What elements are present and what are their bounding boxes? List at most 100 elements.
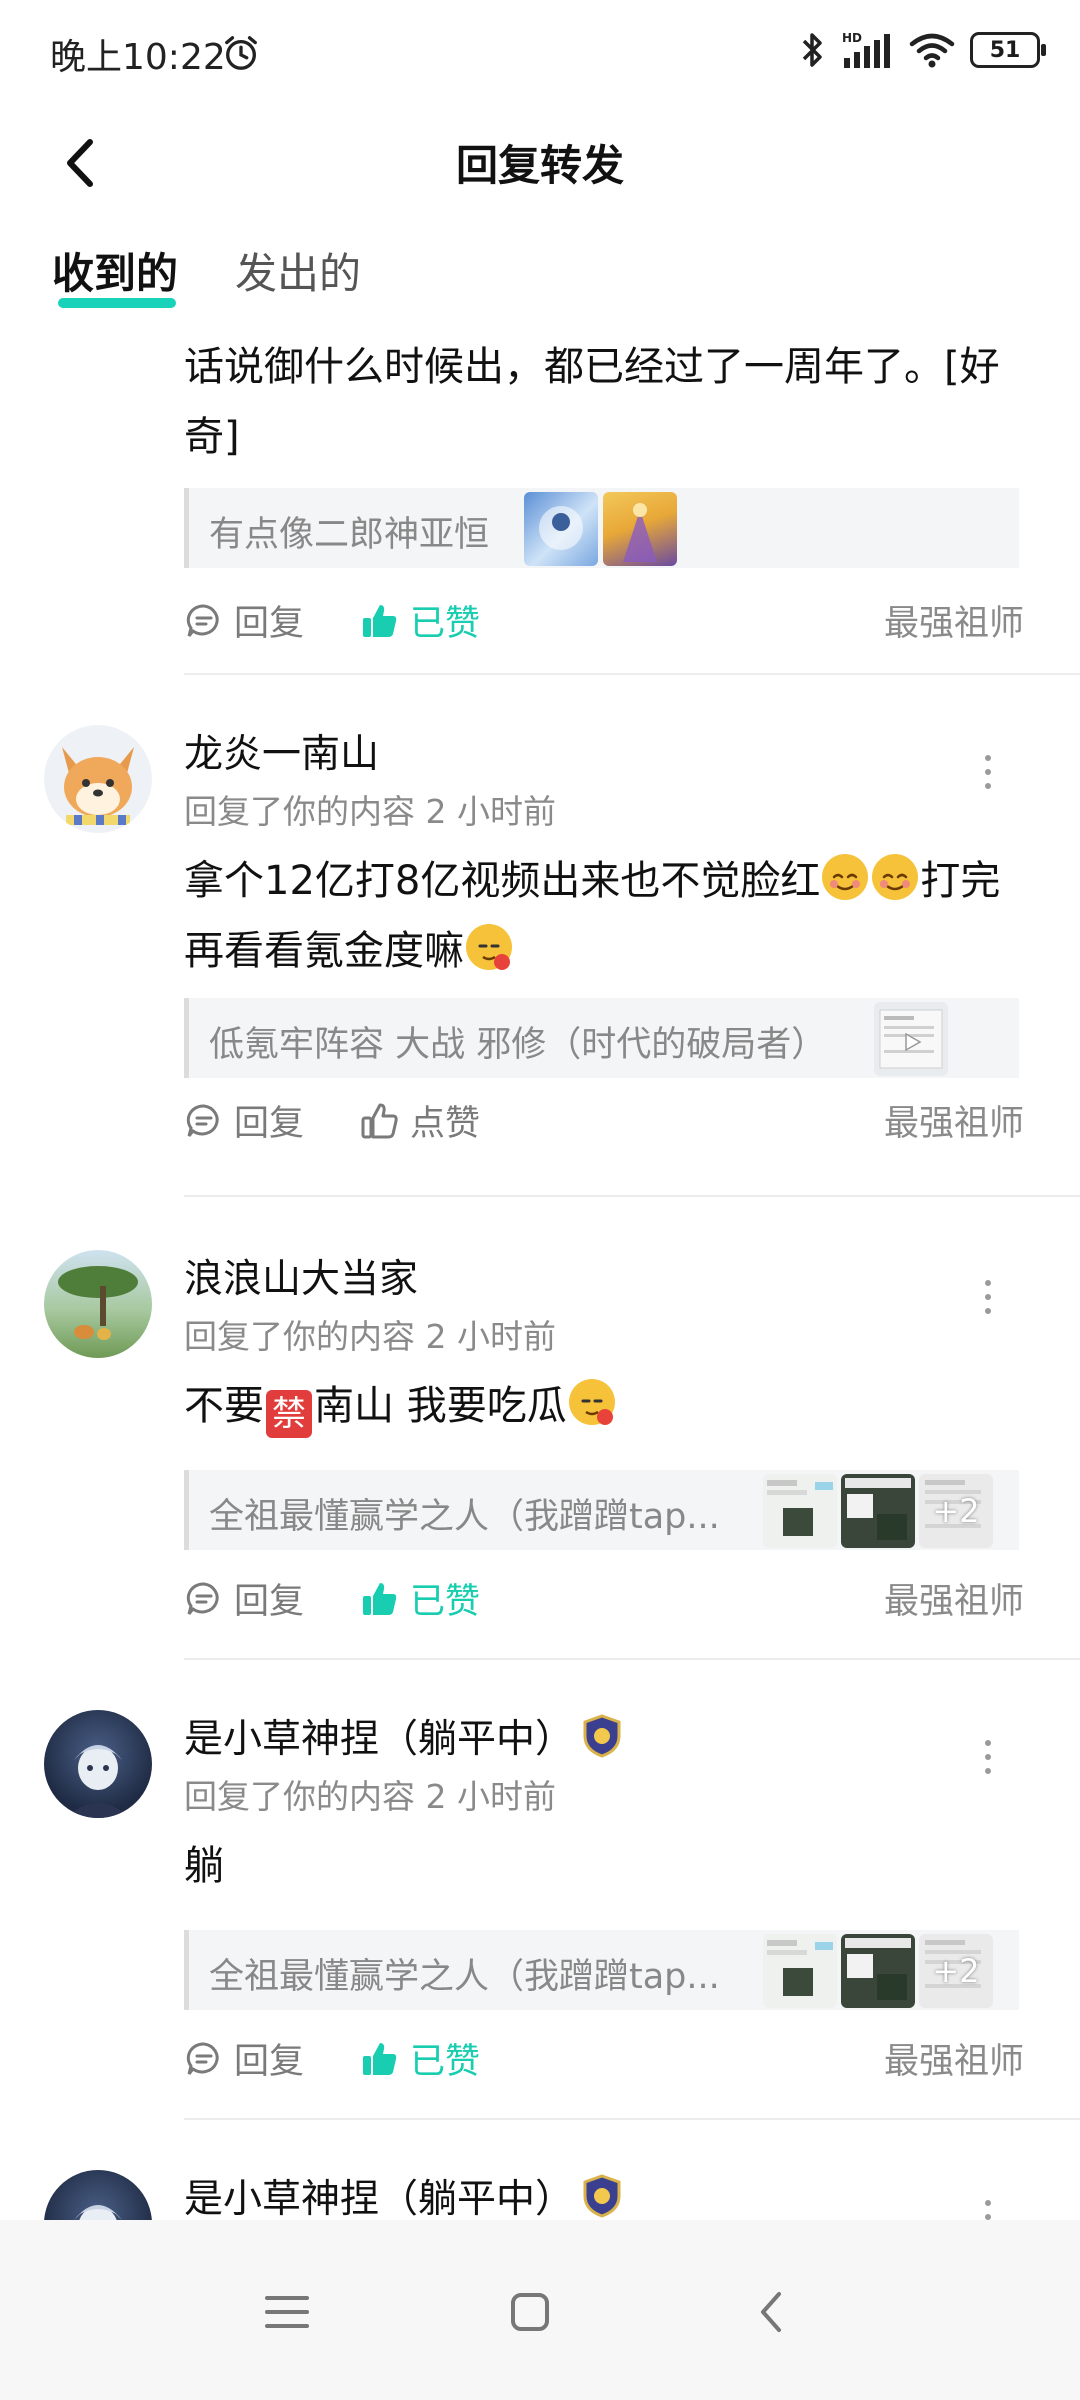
tab-received[interactable]: 收到的 — [52, 240, 178, 301]
battery-icon: 51 — [970, 32, 1046, 68]
reply-label: 回复 — [234, 1582, 305, 1622]
more-options-icon[interactable] — [983, 2200, 993, 2220]
reply-meta: 回复了你的内容 2 小时前 — [184, 1777, 556, 1816]
bluetooth-icon — [802, 33, 822, 67]
quoted-thumbnail — [841, 1934, 915, 2008]
quoted-post[interactable]: 低氪牢阵容 大战 邪修（时代的破局者） — [184, 998, 1019, 1078]
more-images-thumbnail: +2 — [919, 1934, 993, 2008]
more-options-icon[interactable] — [983, 1280, 993, 1320]
reply-text: 不要 — [184, 1383, 264, 1429]
status-time: 晚上10:22 — [50, 37, 226, 78]
wifi-icon — [909, 33, 955, 68]
post-author[interactable]: 最强祖师 — [884, 1573, 1024, 1624]
more-images-count: +2 — [932, 1492, 980, 1530]
thumbs-up-filled-icon — [363, 604, 397, 637]
back-nav-icon[interactable] — [743, 2282, 803, 2342]
reply-meta: 回复了你的内容 2 小时前 — [184, 1317, 556, 1356]
thumbs-up-icon — [361, 1103, 398, 1138]
badge-icon — [583, 1714, 621, 1758]
more-options-icon[interactable] — [983, 1740, 993, 1780]
blush-emoji — [822, 854, 869, 900]
reply-feed[interactable]: 话说御什么时候出，都已经过了一周年了。[好奇] 有点像二郎神亚恒 回复 已赞 最… — [0, 320, 1080, 2220]
post-author[interactable]: 最强祖师 — [884, 595, 1024, 646]
reply-label: 回复 — [234, 2042, 305, 2082]
reply-button[interactable]: 回复 — [184, 1095, 304, 1146]
flower-emoji — [568, 1379, 615, 1425]
more-images-count: +2 — [932, 1952, 980, 1990]
thumbs-up-filled-icon — [363, 2042, 397, 2075]
reply-text: 南山 我要吃瓜 — [314, 1383, 567, 1429]
post-author[interactable]: 最强祖师 — [884, 2033, 1024, 2084]
quoted-post-title: 全祖最懂赢学之人（我蹭蹭tap... — [209, 1497, 720, 1537]
reply-button[interactable]: 回复 — [184, 595, 304, 646]
like-label: 已赞 — [410, 604, 481, 644]
tab-sent[interactable]: 发出的 — [235, 240, 361, 301]
thumbs-up-filled-icon — [363, 1582, 397, 1615]
comment-icon — [186, 2041, 219, 2075]
reply-content: 躺 — [184, 1843, 224, 1889]
like-button[interactable]: 点赞 — [360, 1095, 480, 1146]
menu-icon[interactable] — [257, 2282, 317, 2342]
flower-emoji — [466, 924, 512, 970]
home-icon[interactable] — [500, 2282, 560, 2342]
avatar[interactable] — [44, 1250, 152, 1358]
page-title: 回复转发 — [455, 141, 624, 190]
reply-text: 拿个12亿打8亿视频出来也不觉脸红 — [184, 858, 821, 904]
more-options-icon[interactable] — [983, 755, 993, 795]
quoted-thumbnail — [524, 492, 598, 566]
reply-button[interactable]: 回复 — [184, 1573, 304, 1624]
action-row: 回复 已赞 最强祖师 — [184, 2033, 1024, 2083]
quoted-thumbnail — [763, 1934, 837, 2008]
username[interactable]: 是小草神捏（躺平中） — [184, 2168, 622, 2220]
divider — [184, 2118, 1080, 2120]
action-row: 回复 已赞 最强祖师 — [184, 1573, 1024, 1623]
reply-button[interactable]: 回复 — [184, 2033, 304, 2084]
reply-content: 不要禁南山 我要吃瓜 — [184, 1371, 1024, 1441]
avatar[interactable] — [44, 2170, 152, 2220]
network-type-label: HD — [842, 31, 862, 45]
reply-meta: 回复了你的内容 2 小时前 — [184, 792, 556, 831]
system-nav-bar — [0, 2220, 1080, 2400]
quoted-post[interactable]: 全祖最懂赢学之人（我蹭蹭tap... +2 — [184, 1930, 1019, 2010]
like-label: 已赞 — [410, 2042, 481, 2082]
quoted-post-title: 低氪牢阵容 大战 邪修（时代的破局者） — [209, 1025, 827, 1065]
like-label: 点赞 — [410, 1104, 481, 1144]
like-button[interactable]: 已赞 — [360, 595, 480, 646]
quoted-post[interactable]: 全祖最懂赢学之人（我蹭蹭tap... +2 — [184, 1470, 1019, 1550]
avatar[interactable] — [44, 1710, 152, 1818]
comment-icon — [186, 1581, 219, 1615]
username[interactable]: 浪浪山大当家 — [184, 1248, 418, 1304]
status-icons: HD 51 — [798, 30, 1046, 70]
tab-bar: 收到的 发出的 — [0, 240, 1080, 310]
signal-icon: HD — [842, 31, 890, 68]
like-label: 已赞 — [410, 1582, 481, 1622]
like-button[interactable]: 已赞 — [360, 2033, 480, 2084]
reply-label: 回复 — [234, 1104, 305, 1144]
reply-content: 拿个12亿打8亿视频出来也不觉脸红 打完再看看氪金度嘛 — [184, 846, 1024, 986]
comment-icon — [186, 1103, 219, 1137]
comment-icon — [186, 603, 219, 637]
quoted-post[interactable]: 有点像二郎神亚恒 — [184, 488, 1019, 568]
post-author[interactable]: 最强祖师 — [884, 1095, 1024, 1146]
username[interactable]: 龙炎一南山 — [184, 723, 379, 779]
ban-emoji: 禁 — [266, 1390, 312, 1438]
battery-level: 51 — [989, 37, 1021, 63]
quoted-thumbnail — [603, 492, 677, 566]
divider — [184, 673, 1080, 675]
divider — [184, 1658, 1080, 1660]
quoted-post-title: 全祖最懂赢学之人（我蹭蹭tap... — [209, 1957, 720, 1997]
quoted-thumbnail — [763, 1474, 837, 1548]
badge-icon — [583, 2174, 621, 2218]
action-row: 回复 点赞 最强祖师 — [184, 1095, 1024, 1145]
avatar[interactable] — [44, 725, 152, 833]
blush-emoji — [872, 854, 919, 900]
username-text: 是小草神捏（躺平中） — [184, 1717, 575, 1762]
username[interactable]: 是小草神捏（躺平中） — [184, 1708, 622, 1764]
divider — [184, 1195, 1080, 1197]
nav-bar: 回复转发 — [0, 110, 1080, 220]
like-button[interactable]: 已赞 — [360, 1573, 480, 1624]
quoted-post-title: 有点像二郎神亚恒 — [209, 515, 490, 555]
alarm-icon — [225, 36, 257, 70]
more-images-thumbnail: +2 — [919, 1474, 993, 1548]
quoted-thumbnail — [841, 1474, 915, 1548]
